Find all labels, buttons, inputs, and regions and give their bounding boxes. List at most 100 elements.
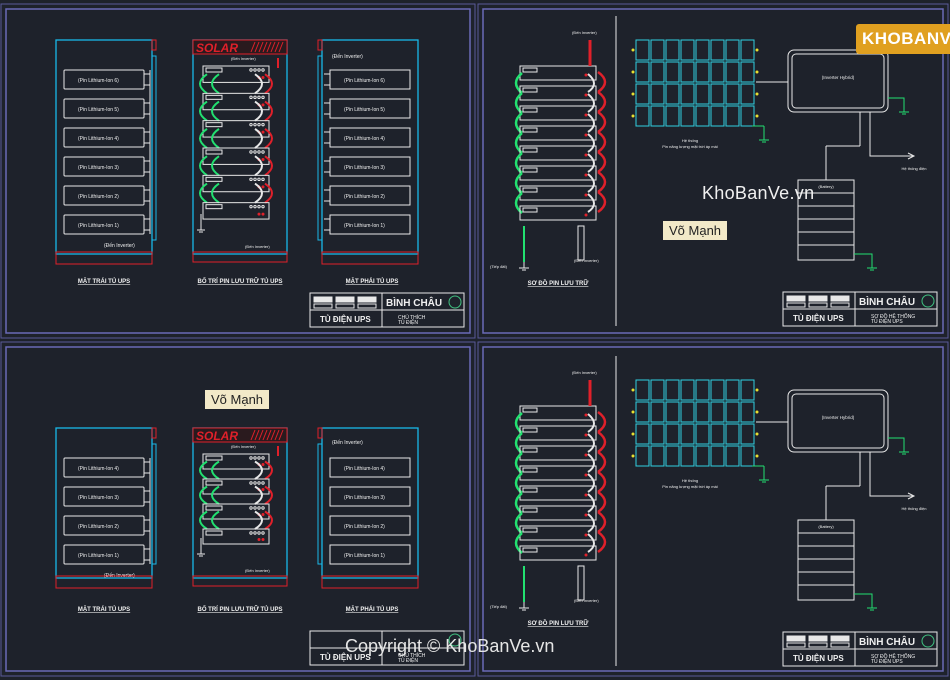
cad-drawing-sheet: (Pin Lithium-Ion 6) (Pin Lithium-Ion 5) (P… xyxy=(0,3,949,677)
pv-connector xyxy=(631,388,635,392)
battery-indicator xyxy=(257,122,261,127)
pv-panel-cell xyxy=(635,401,650,423)
battery-indicator xyxy=(261,68,265,72)
battery-terminal-pos xyxy=(257,538,261,541)
view-title: SƠ ĐỒ PIN LƯU TRỮ xyxy=(528,280,589,287)
battery-display xyxy=(522,127,538,133)
battery-indicator xyxy=(253,204,257,209)
battery-module-label: (Pin Lithium-Ion 2) xyxy=(78,194,119,200)
title-block-cell xyxy=(830,302,850,308)
author-stamp: Võ Mạnh xyxy=(205,390,270,409)
title-block-cell xyxy=(830,635,850,642)
pv-panel-cell xyxy=(740,445,755,467)
battery-terminal-pos xyxy=(584,153,588,157)
ground-cable xyxy=(514,432,523,454)
ground-cable xyxy=(514,172,523,194)
battery-module-label: (Pin Lithium-Ion 4) xyxy=(344,136,385,142)
battery-display xyxy=(522,507,538,513)
title-block-cell xyxy=(313,303,333,309)
positive-cable xyxy=(597,150,607,174)
positive-cable xyxy=(264,460,273,480)
positive-cable xyxy=(264,510,273,530)
battery-terminal-neg xyxy=(261,157,265,161)
battery-terminal-pos xyxy=(584,533,588,537)
ground-cable xyxy=(514,72,523,94)
battery-terminal-pos xyxy=(584,213,588,217)
battery-display xyxy=(522,487,538,493)
negative-cable xyxy=(254,155,263,177)
pv-connector xyxy=(631,454,635,458)
pv-panel-cell xyxy=(725,379,740,401)
pv-connector xyxy=(631,410,635,414)
inverter-note: (Đến Inverter) xyxy=(231,56,256,61)
title-block-note: TỦ ĐIỆN xyxy=(398,318,418,326)
inverter-label: (Inverter Hybrid) xyxy=(822,415,855,420)
pv-panel-cell xyxy=(710,83,725,105)
battery-terminal-neg xyxy=(261,185,265,189)
title-block-note: TỦ ĐIỆN xyxy=(398,656,418,664)
battery-indicator xyxy=(257,456,261,460)
inverter-note: (Đến Inverter) xyxy=(574,598,599,603)
battery-indicator xyxy=(257,150,261,154)
battery-terminal-neg xyxy=(261,75,265,79)
battery-terminal-pos xyxy=(584,553,588,557)
pv-panel-cell xyxy=(680,379,695,401)
battery-module-label: (Pin Lithium-Ion 1) xyxy=(344,223,385,229)
pv-panel-cell xyxy=(725,445,740,467)
pv-panel-cell xyxy=(650,61,665,83)
title-block-cell xyxy=(313,296,333,303)
negative-cable xyxy=(587,493,595,513)
pv-connector xyxy=(755,454,759,458)
ground-cable xyxy=(514,192,523,214)
battery-display xyxy=(522,207,538,213)
title-block-company: BÌNH CHÂU xyxy=(859,295,915,308)
battery-indicator xyxy=(249,177,253,182)
battery-module-label: (Pin Lithium-Ion 3) xyxy=(344,165,385,171)
battery-display xyxy=(522,527,538,533)
battery-indicator xyxy=(253,122,257,127)
battery-display xyxy=(205,149,223,155)
ground-cable xyxy=(514,412,523,434)
watermark-copyright: Copyright © KhoBanVe.vn xyxy=(345,636,555,656)
pv-connector xyxy=(631,114,635,118)
battery-indicator xyxy=(249,456,253,460)
battery-indicator xyxy=(253,481,257,485)
negative-cable xyxy=(587,533,595,553)
pv-panel-cell xyxy=(695,83,710,105)
pv-panel-cell xyxy=(695,61,710,83)
positive-cable xyxy=(597,110,607,134)
positive-cable xyxy=(264,155,273,177)
battery-indicator xyxy=(257,531,261,535)
battery-indicator xyxy=(249,150,253,154)
battery-terminal-neg xyxy=(261,212,265,216)
inverter-note: (Đến Inverter) xyxy=(245,244,270,249)
view-title: SƠ ĐỒ PIN LƯU TRỮ xyxy=(528,620,589,627)
company-logo-icon xyxy=(448,295,462,309)
inverter-note: (Đến Inverter) xyxy=(245,568,270,573)
battery-indicator xyxy=(261,456,265,460)
inverter-note: (Đến Inverter) xyxy=(572,30,597,35)
pv-panel-cell xyxy=(635,105,650,127)
negative-cable xyxy=(587,453,595,473)
pv-panel-cell xyxy=(680,105,695,127)
battery-module-label: (Pin Lithium-Ion 1) xyxy=(78,553,119,559)
pv-panel-cell xyxy=(740,39,755,61)
battery-bank-label: (Battery) xyxy=(818,524,834,529)
battery-module-label: (Pin Lithium-Ion 1) xyxy=(78,223,119,229)
pv-panel-cell xyxy=(695,401,710,423)
terminal-post xyxy=(577,565,585,601)
ground-icon xyxy=(197,214,205,233)
battery-module-label: (Pin Lithium-Ion 3) xyxy=(344,495,385,501)
ground-cable xyxy=(211,128,220,149)
battery-module-label: (Pin Lithium-Ion 2) xyxy=(78,524,119,530)
pv-panel-cell xyxy=(635,423,650,445)
battery-module-label: (Pin Lithium-Ion 6) xyxy=(344,78,385,84)
title-block-cell xyxy=(335,296,355,303)
pv-panel-cell xyxy=(650,83,665,105)
ground-note: (Tiếp đất) xyxy=(490,604,508,609)
view-title: BỐ TRÍ PIN LƯU TRỮ TỦ UPS xyxy=(198,277,283,285)
inverter-note: (Đến Inverter) xyxy=(104,243,135,249)
title-block-cell xyxy=(808,635,828,642)
pv-panel-cell xyxy=(710,379,725,401)
positive-cable xyxy=(597,450,607,474)
